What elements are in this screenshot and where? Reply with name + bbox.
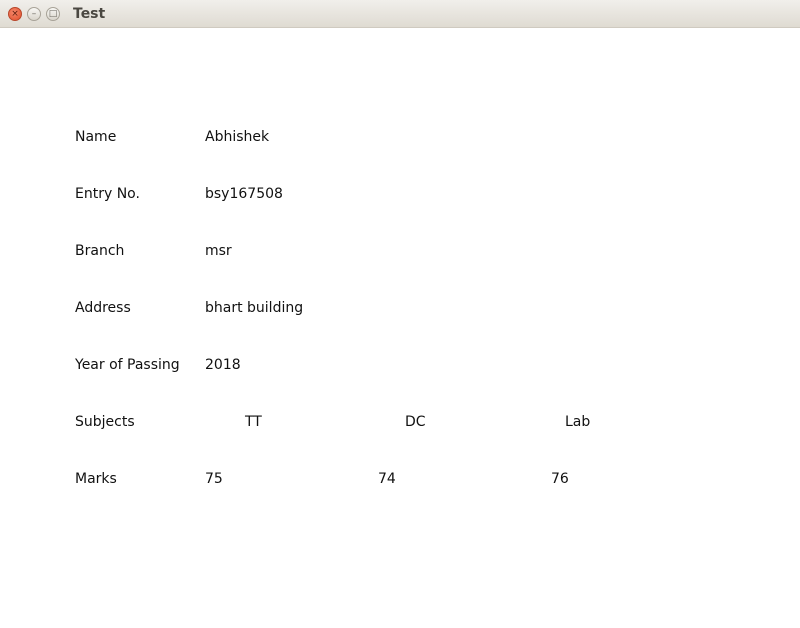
subject-tt: TT xyxy=(245,414,262,430)
entry-value: bsy167508 xyxy=(205,186,283,202)
minimize-icon[interactable]: – xyxy=(27,7,41,21)
address-label: Address xyxy=(75,300,131,316)
marks-label: Marks xyxy=(75,471,117,487)
branch-value: msr xyxy=(205,243,232,259)
window-title: Test xyxy=(73,6,106,22)
year-value: 2018 xyxy=(205,357,241,373)
branch-label: Branch xyxy=(75,243,125,259)
name-value: Abhishek xyxy=(205,129,270,145)
year-label: Year of Passing xyxy=(75,357,180,373)
close-icon[interactable]: × xyxy=(8,7,22,21)
title-bar[interactable]: × – □ Test xyxy=(0,0,800,28)
marks-tt: 75 xyxy=(205,471,223,487)
marks-lab: 76 xyxy=(551,471,569,487)
entry-label: Entry No. xyxy=(75,186,140,202)
subject-lab: Lab xyxy=(565,414,591,430)
subject-dc: DC xyxy=(405,414,426,430)
marks-dc: 74 xyxy=(378,471,396,487)
subjects-label: Subjects xyxy=(75,414,135,430)
name-label: Name xyxy=(75,129,117,145)
maximize-icon[interactable]: □ xyxy=(46,7,60,21)
student-details-panel: Name Abhishek Entry No. bsy167508 Branch… xyxy=(0,28,800,628)
app-window: × – □ Test Name Abhishek Entry No. bsy16… xyxy=(0,0,800,628)
address-value: bhart building xyxy=(205,300,304,316)
